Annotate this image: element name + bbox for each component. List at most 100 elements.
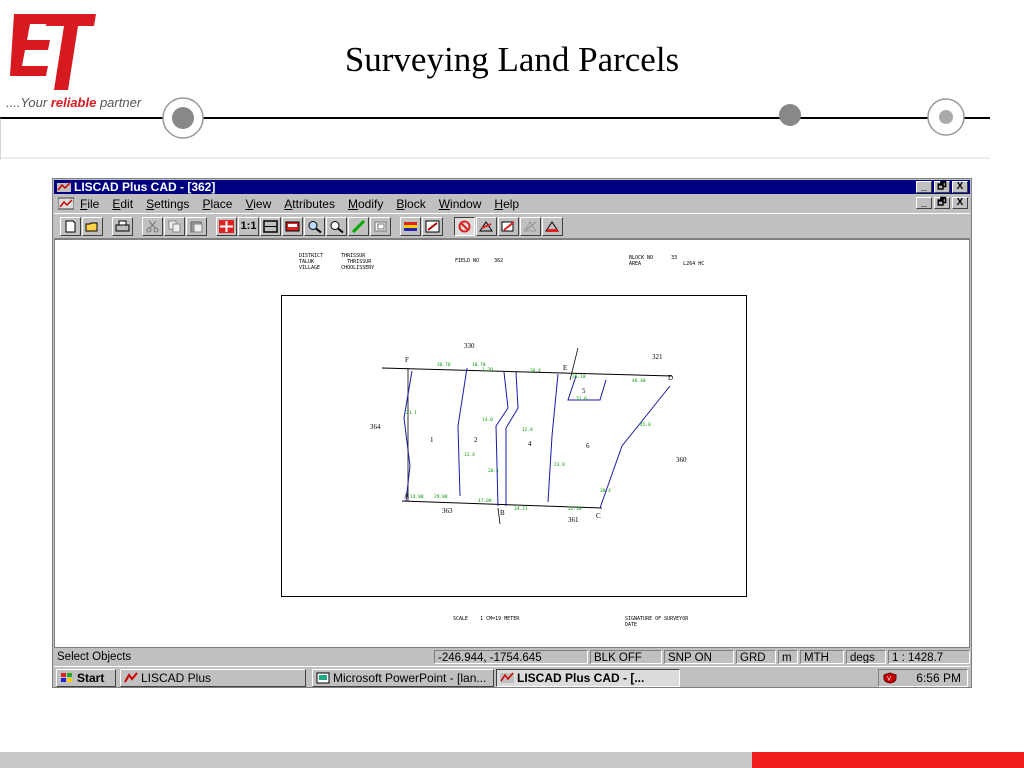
window-title: LISCAD Plus CAD - [362] <box>74 180 216 194</box>
doc-minimize-button[interactable]: _ <box>916 197 932 209</box>
menu-block[interactable]: Block <box>396 197 425 211</box>
menu-attributes[interactable]: Attributes <box>284 197 335 211</box>
status-mth[interactable]: MTH <box>800 650 844 664</box>
menu-window[interactable]: Window <box>439 197 482 211</box>
menu-place[interactable]: Place <box>202 197 232 211</box>
svg-text:31.0: 31.0 <box>576 396 587 402</box>
fit-button[interactable] <box>260 217 281 236</box>
copy-icon <box>168 220 181 233</box>
parcel-1: 1 <box>430 436 434 444</box>
neighbour-364: 364 <box>370 423 381 431</box>
corner-e: E <box>563 364 567 372</box>
menu-bar: File Edit Settings Place View Attributes… <box>54 195 970 212</box>
footer-red-bar <box>752 752 1024 768</box>
minimize-button[interactable]: _ <box>916 181 932 193</box>
corner-b: B <box>500 509 505 517</box>
task-liscad-cad[interactable]: LISCAD Plus CAD - [... <box>496 669 680 687</box>
plan-header-mid: FIELD NO 362 <box>455 258 504 264</box>
draw-button[interactable] <box>348 217 369 236</box>
scale-1-1-button[interactable]: 1:1 <box>238 217 259 236</box>
paste-button[interactable] <box>186 217 207 236</box>
tool-d-button[interactable] <box>542 217 563 236</box>
layer-button[interactable] <box>370 217 391 236</box>
paste-icon <box>190 221 203 233</box>
open-icon <box>85 222 98 232</box>
tool-b-icon <box>501 221 515 232</box>
svg-text:46.40: 46.40 <box>632 378 646 384</box>
task-powerpoint[interactable]: Microsoft PowerPoint - [lan... <box>312 669 494 687</box>
zoom-in-icon <box>308 221 322 233</box>
svg-text:14.00: 14.00 <box>410 494 424 500</box>
cut-button[interactable] <box>142 217 163 236</box>
task-liscad-plus[interactable]: LISCAD Plus <box>120 669 306 687</box>
tool-c-icon <box>523 221 537 232</box>
corner-f: F <box>405 356 409 364</box>
zoom-in-button[interactable] <box>304 217 325 236</box>
svg-text:12.8: 12.8 <box>522 427 533 433</box>
doc-close-button[interactable]: X <box>952 197 968 209</box>
plan-header-right: BLOCK NO 33 AREA L264 HC <box>629 255 705 267</box>
svg-text:36.70: 36.70 <box>437 362 451 368</box>
copy-button[interactable] <box>164 217 185 236</box>
plan-frame: 36.70 10.70 1.20 36.4 26.10 46.40 31.0 45.0 1… <box>281 295 747 597</box>
menu-settings[interactable]: Settings <box>146 197 189 211</box>
status-grd[interactable]: GRD <box>736 650 776 664</box>
status-coords: -246.944, -1754.645 <box>434 650 588 664</box>
svg-text:32.10: 32.10 <box>568 506 582 512</box>
start-button[interactable]: Start <box>56 669 116 687</box>
liscad-app-icon <box>57 182 71 192</box>
menu-file[interactable]: File <box>80 197 99 211</box>
corner-d: D <box>668 374 673 382</box>
pan-icon <box>219 220 234 233</box>
slide-title: Surveying Land Parcels <box>344 40 680 79</box>
pan-button[interactable] <box>216 217 237 236</box>
tool-a-button[interactable] <box>476 217 497 236</box>
neighbour-321: 321 <box>652 353 663 361</box>
drawing-canvas[interactable]: DISTRICT THRISSUR TALUK THRISSUR VILLAGE… <box>54 239 970 648</box>
svg-text:21.1: 21.1 <box>406 410 417 416</box>
svg-text:29.00: 29.00 <box>434 494 448 500</box>
status-unit[interactable]: m <box>778 650 798 664</box>
tool-d-icon <box>545 221 559 232</box>
fit-icon <box>263 220 278 233</box>
stack-icon <box>404 222 417 231</box>
svg-text:1.20: 1.20 <box>482 367 493 373</box>
edit-button[interactable] <box>422 217 443 236</box>
status-bar: Select Objects -246.944, -1754.645 BLK O… <box>54 649 970 665</box>
plan-footer-left: SCALE 1 CM=19 METER <box>453 616 520 622</box>
survey-plan: 36.70 10.701.20 36.426.1046.40 31.045.0 1… <box>370 342 687 525</box>
tray-shield-icon[interactable]: V <box>883 672 897 684</box>
tool-b-button[interactable] <box>498 217 519 236</box>
window-title-bar[interactable]: LISCAD Plus CAD - [362] _ 🗗 X <box>54 180 970 194</box>
parcel-2: 2 <box>474 436 478 444</box>
corner-c: C <box>596 512 601 520</box>
svg-text:12.4: 12.4 <box>464 452 475 458</box>
new-button[interactable] <box>60 217 81 236</box>
close-button[interactable]: X <box>952 181 968 193</box>
tool-c-button[interactable] <box>520 217 541 236</box>
delete-button[interactable] <box>454 217 475 236</box>
svg-text:20.1: 20.1 <box>488 468 499 474</box>
stack-button[interactable] <box>400 217 421 236</box>
menu-help[interactable]: Help <box>494 197 519 211</box>
clock: 6:56 PM <box>916 671 961 685</box>
print-button[interactable] <box>112 217 133 236</box>
status-snp[interactable]: SNP ON <box>664 650 734 664</box>
neighbour-361: 361 <box>568 516 579 524</box>
doc-restore-button[interactable]: 🗗 <box>934 197 950 209</box>
menu-view[interactable]: View <box>245 197 271 211</box>
parcel-5: 5 <box>582 387 586 395</box>
zoom-out-button[interactable] <box>326 217 347 236</box>
open-button[interactable] <box>82 217 103 236</box>
draw-icon <box>351 220 366 233</box>
menu-modify[interactable]: Modify <box>348 197 383 211</box>
plan-footer-right: SIGNATURE OF SURVEYOR DATE <box>625 616 689 628</box>
status-angle[interactable]: degs <box>846 650 886 664</box>
menu-edit[interactable]: Edit <box>112 197 133 211</box>
restore-button[interactable]: 🗗 <box>934 181 950 193</box>
neighbour-360: 360 <box>676 456 687 464</box>
window-button[interactable] <box>282 217 303 236</box>
liscad-cad-task-icon <box>500 672 514 683</box>
status-blk[interactable]: BLK OFF <box>590 650 662 664</box>
window-icon <box>285 221 300 232</box>
